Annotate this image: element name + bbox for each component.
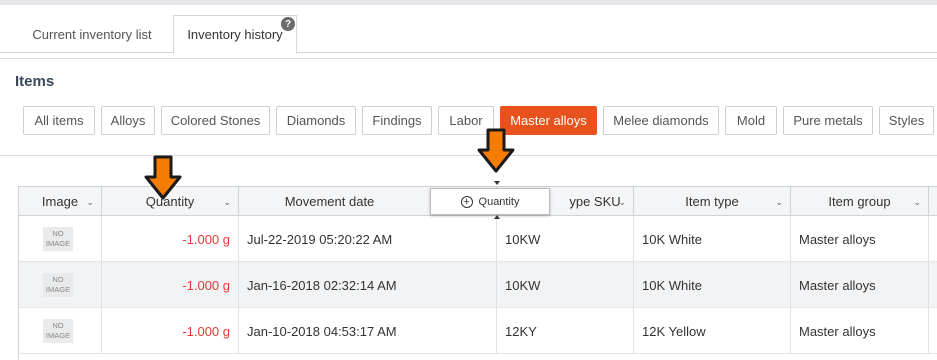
column-header-item-type[interactable]: Item type ⌄ — [634, 187, 791, 216]
item-group-cell: Master alloys — [791, 216, 929, 262]
filter-diamonds-button[interactable]: Diamonds — [276, 106, 356, 135]
drop-indicator-top — [494, 181, 500, 185]
drop-indicator-bottom — [494, 215, 500, 219]
filter-melee-diamonds-button[interactable]: Melee diamonds — [603, 106, 719, 135]
filter-styles-button[interactable]: Styles — [879, 106, 934, 135]
help-icon[interactable]: ? — [281, 17, 295, 31]
no-image-placeholder: NO IMAGE — [43, 273, 73, 297]
item-type-cell: 10K White — [634, 216, 791, 262]
sku-cell: 10KW — [497, 216, 634, 262]
no-image-placeholder: NO IMAGE — [43, 319, 73, 343]
column-header-label: Item group — [828, 194, 891, 209]
column-header-image[interactable]: Image ⌄ — [19, 187, 102, 216]
filter-pure-metals-button[interactable]: Pure metals — [783, 106, 873, 135]
sku-cell: 12KY — [497, 308, 634, 354]
item-type-cell: 10K White — [634, 262, 791, 308]
no-image-placeholder: NO IMAGE — [43, 227, 73, 251]
quantity-cell: -1.000 g — [102, 262, 239, 308]
column-header-label: Image — [41, 194, 79, 209]
tab-bar: Current inventory list Inventory history… — [0, 5, 937, 54]
table-row[interactable]: NO IMAGE -1.000 g Jul-22-2019 05:20:22 A… — [19, 216, 937, 262]
filter-alloys-button[interactable]: Alloys — [101, 106, 155, 135]
chevron-down-icon[interactable]: ⌄ — [913, 197, 921, 208]
items-title: Items — [15, 73, 55, 90]
plus-circle-icon: + — [460, 195, 473, 208]
tab-inventory-history[interactable]: Inventory history — [173, 15, 297, 54]
column-header-label: ype SKU — [569, 194, 621, 209]
item-type-cell: 12K Yellow — [634, 308, 791, 354]
quantity-cell: -1.000 g — [102, 216, 239, 262]
movement-date-cell: Jan-16-2018 02:32:14 AM — [239, 262, 497, 308]
quantity-cell: -1.000 g — [102, 308, 239, 354]
movement-date-cell: Jan-10-2018 04:53:17 AM — [239, 308, 497, 354]
table-row[interactable]: NO IMAGE -1.000 g Jan-10-2018 04:53:17 A… — [19, 308, 937, 354]
column-drag-ghost[interactable]: + Quantity — [430, 188, 550, 215]
table-row[interactable]: NO IMAGE -1.000 g Jan-16-2018 02:32:14 A… — [19, 262, 937, 308]
chevron-down-icon[interactable]: ⌄ — [775, 197, 783, 208]
movement-date-cell: Jul-22-2019 05:20:22 AM — [239, 216, 497, 262]
arrow-down-icon — [477, 128, 515, 173]
image-cell: NO IMAGE — [19, 262, 102, 308]
drag-ghost-label: Quantity — [478, 195, 520, 208]
column-header-item-group[interactable]: Item group ⌄ — [791, 187, 929, 216]
arrow-down-icon — [144, 155, 182, 200]
column-header-label: Item type — [685, 194, 739, 209]
item-group-cell: Master alloys — [791, 308, 929, 354]
image-cell: NO IMAGE — [19, 308, 102, 354]
filter-findings-button[interactable]: Findings — [362, 106, 432, 135]
items-panel: Items All items Alloys Colored Stones Di… — [0, 58, 937, 156]
chevron-down-icon[interactable]: ⌄ — [86, 197, 94, 208]
sku-cell: 10KW — [497, 262, 634, 308]
column-header-label: Movement date — [284, 194, 375, 209]
filter-colored-stones-button[interactable]: Colored Stones — [161, 106, 270, 135]
image-cell: NO IMAGE — [19, 216, 102, 262]
filter-mold-button[interactable]: Mold — [725, 106, 777, 135]
item-group-cell: Master alloys — [791, 262, 929, 308]
tab-current-inventory-list[interactable]: Current inventory list — [16, 15, 168, 54]
filter-all-items-button[interactable]: All items — [23, 106, 95, 135]
chevron-down-icon[interactable]: ⌄ — [223, 197, 231, 208]
chevron-down-icon[interactable]: ⌄ — [618, 197, 626, 208]
